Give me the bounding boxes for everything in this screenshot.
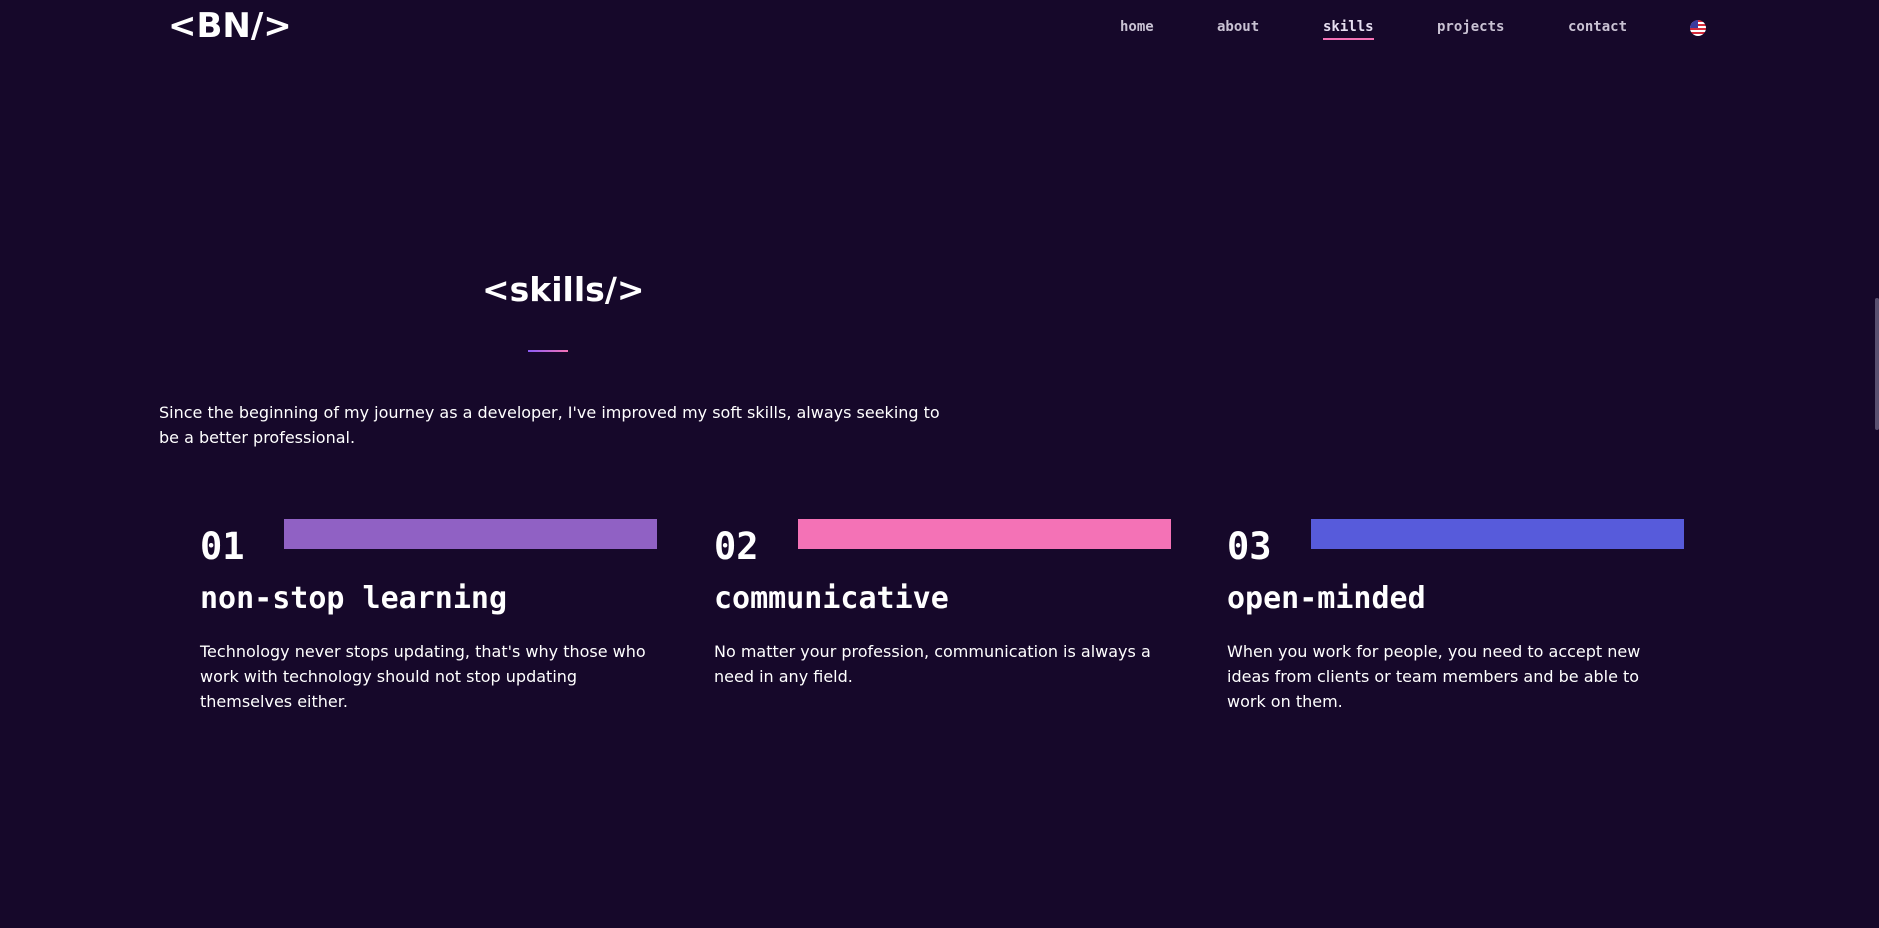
skill-card-1-title: non-stop learning [200,581,508,616]
skill-card-1-bar [284,519,657,549]
section-title: <skills/> [482,270,645,309]
skill-card-2-text: No matter your profession, communication… [714,642,1151,686]
skill-card-3-bar [1311,519,1684,549]
skill-card-3: 03 open-minded When you work for people,… [1227,519,1687,719]
skill-card-1-text: Technology never stops updating, that's … [200,642,646,711]
skill-card-2-title: communicative [714,581,949,616]
skill-card-3-title: open-minded [1227,581,1426,616]
skill-card-1-number: 01 [200,525,245,568]
nav-contact[interactable]: contact [1568,19,1627,38]
nav-projects[interactable]: projects [1437,19,1504,38]
skill-card-3-number: 03 [1227,525,1272,568]
nav-about[interactable]: about [1217,19,1259,38]
page-scrollbar[interactable] [1875,298,1879,430]
skill-card-3-text: When you work for people, you need to ac… [1227,642,1641,711]
logo[interactable]: <BN/> [168,6,292,46]
page: <BN/> home about skills projects contact… [0,0,1879,928]
main-nav: home about skills projects contact [1100,19,1720,49]
nav-home[interactable]: home [1120,19,1154,38]
nav-skills[interactable]: skills [1323,19,1374,40]
title-underline [528,350,568,352]
us-flag-icon[interactable] [1690,20,1706,36]
skill-card-1: 01 non-stop learning Technology never st… [200,519,660,719]
intro-text: Since the beginning of my journey as a d… [159,403,940,447]
skill-card-2: 02 communicative No matter your professi… [714,519,1174,719]
skill-card-2-number: 02 [714,525,759,568]
skill-card-2-bar [798,519,1171,549]
